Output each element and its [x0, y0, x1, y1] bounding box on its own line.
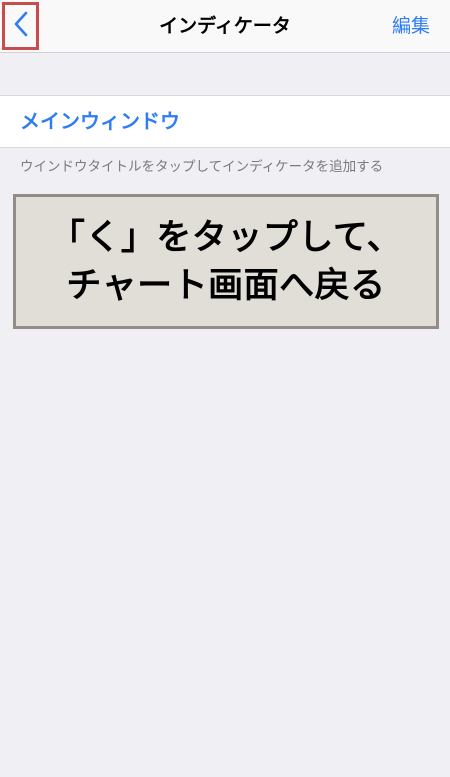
section-footer-note: ウインドウタイトルをタップしてインディケータを追加する: [20, 159, 384, 175]
instruction-callout: 「く」をタップして、 チャート画面へ戻る: [13, 194, 439, 329]
chevron-left-icon: [13, 11, 29, 41]
navigation-bar: インディケータ 編集: [0, 0, 450, 53]
back-button[interactable]: [2, 2, 39, 50]
callout-line-2: チャート画面へ戻る: [66, 265, 386, 306]
page-title: インディケータ: [159, 15, 291, 37]
list-item-main-window[interactable]: メインウィンドウ: [0, 95, 450, 148]
callout-line-1: 「く」をタップして、: [49, 217, 403, 258]
list-item-label: メインウィンドウ: [20, 109, 180, 133]
edit-button[interactable]: 編集: [392, 0, 430, 53]
